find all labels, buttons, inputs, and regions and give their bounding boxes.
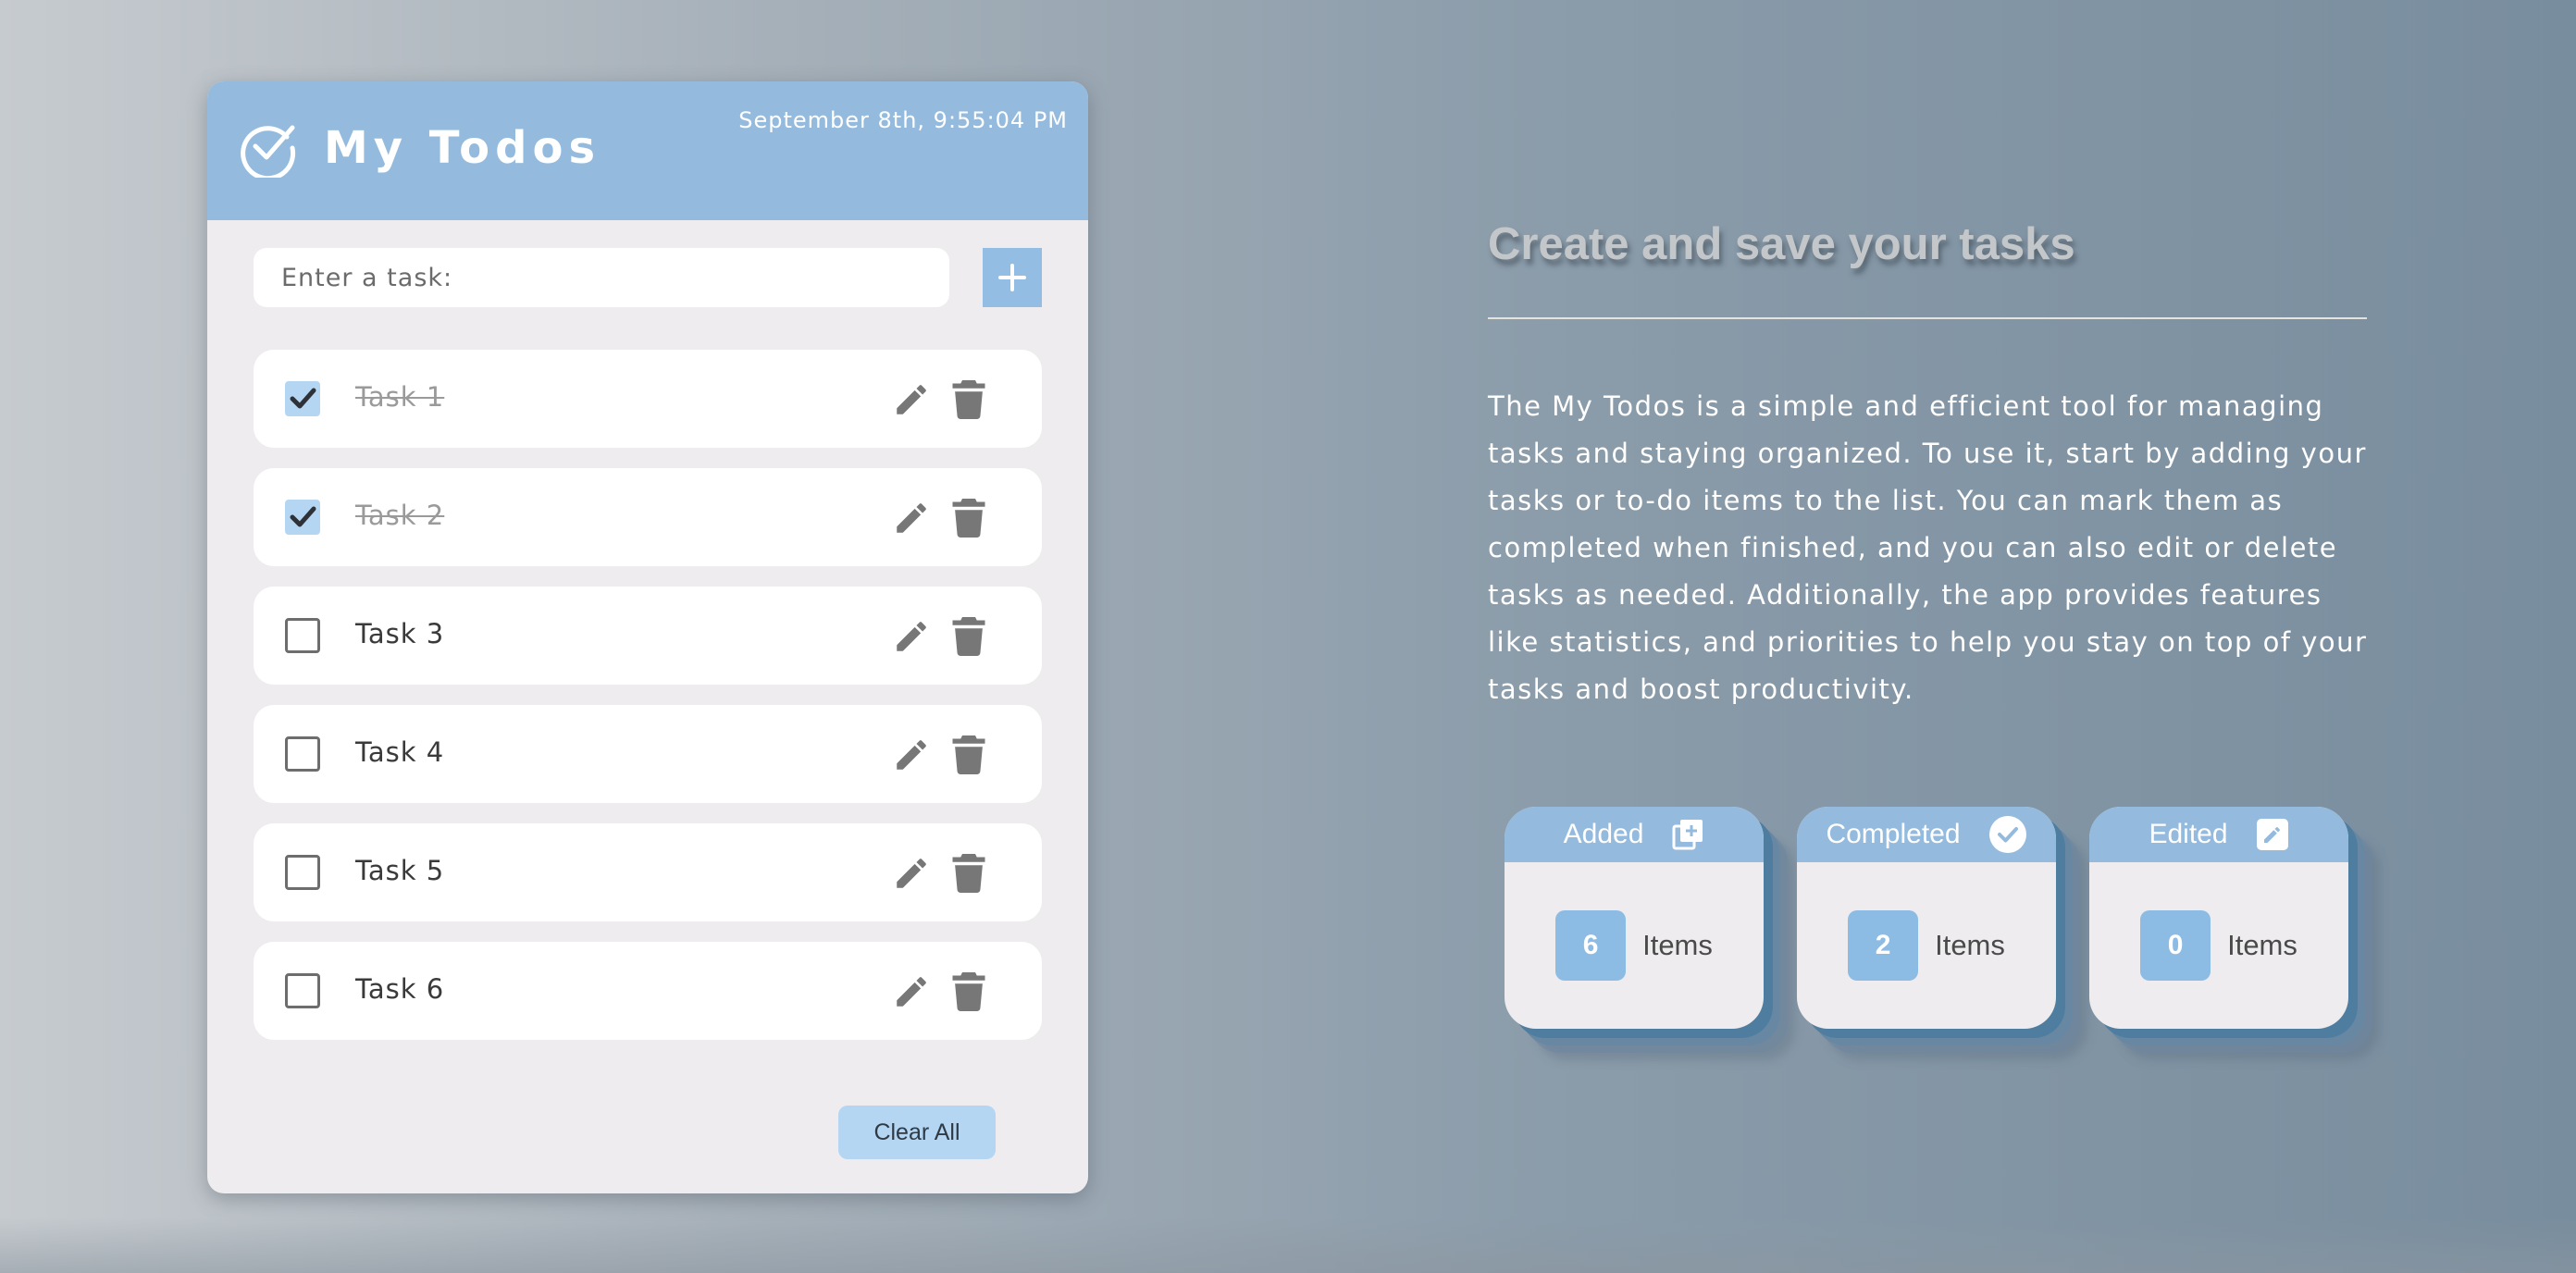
trash-icon[interactable]: [952, 972, 985, 1011]
edit-icon[interactable]: [892, 499, 931, 538]
checkmark-icon: [290, 506, 316, 527]
trash-icon[interactable]: [952, 499, 985, 538]
stat-header: Completed: [1797, 807, 2056, 862]
stat-label: Edited: [2149, 819, 2228, 849]
divider: [1488, 317, 2367, 319]
edit-icon[interactable]: [892, 617, 931, 656]
stat-count: 0: [2140, 910, 2211, 981]
stat-card-edited: Edited 0 Items: [2089, 807, 2348, 1029]
edit-icon[interactable]: [892, 380, 931, 419]
edit-icon[interactable]: [892, 972, 931, 1011]
task-label: Task 5: [355, 855, 445, 886]
task-item: Task 1: [254, 350, 1042, 448]
task-label: Task 4: [355, 736, 445, 768]
task-item: Task 5: [254, 823, 1042, 921]
task-checkbox[interactable]: [285, 736, 320, 772]
task-item: Task 2: [254, 468, 1042, 566]
task-label: Task 1: [355, 381, 445, 413]
task-label: Task 3: [355, 618, 445, 649]
todo-card: My Todos September 8th, 9:55:04 PM Task …: [207, 81, 1088, 1193]
todo-header: My Todos September 8th, 9:55:04 PM: [207, 81, 1088, 220]
stat-body: 6 Items: [1505, 862, 1764, 1029]
trash-icon[interactable]: [952, 380, 985, 419]
stat-unit: Items: [1642, 929, 1713, 961]
stat-card-completed: Completed 2 Items: [1797, 807, 2056, 1029]
task-checkbox[interactable]: [285, 855, 320, 890]
trash-icon[interactable]: [952, 735, 985, 774]
task-checkbox[interactable]: [285, 973, 320, 1008]
add-copy-icon: [1672, 820, 1703, 850]
task-label: Task 2: [355, 500, 445, 531]
task-item: Task 6: [254, 942, 1042, 1040]
task-item: Task 3: [254, 587, 1042, 685]
stat-label: Completed: [1826, 819, 1961, 849]
stat-body: 2 Items: [1797, 862, 2056, 1029]
stat-card-added: Added 6 Items: [1505, 807, 1764, 1029]
edit-icon[interactable]: [892, 854, 931, 893]
bottom-shade: [0, 1217, 2576, 1273]
task-input[interactable]: [254, 248, 949, 307]
stat-body: 0 Items: [2089, 862, 2348, 1029]
task-label: Task 6: [355, 973, 445, 1005]
task-checkbox[interactable]: [285, 618, 320, 653]
edit-icon[interactable]: [892, 735, 931, 774]
trash-icon[interactable]: [952, 854, 985, 893]
stat-count: 6: [1555, 910, 1627, 981]
datetime: September 8th, 9:55:04 PM: [738, 107, 1068, 133]
check-circle-icon: [1988, 816, 2026, 853]
stat-unit: Items: [1935, 929, 2005, 961]
stat-header: Edited: [2089, 807, 2348, 862]
checkmark-icon: [290, 388, 316, 409]
stat-header: Added: [1505, 807, 1764, 862]
clear-all-button[interactable]: Clear All: [838, 1106, 996, 1159]
task-list: Task 1 Task 2 Task 3 Task 4 Task 5 Task …: [254, 350, 1042, 1060]
app-title: My Todos: [324, 122, 601, 174]
stat-unit: Items: [2227, 929, 2297, 961]
plus-icon: [998, 264, 1026, 291]
check-circle-logo-icon: [241, 125, 296, 178]
trash-icon[interactable]: [952, 617, 985, 656]
task-item: Task 4: [254, 705, 1042, 803]
info-description: The My Todos is a simple and efficient t…: [1488, 390, 2368, 705]
task-checkbox[interactable]: [285, 381, 320, 416]
info-title: Create and save your tasks: [1488, 219, 2075, 269]
task-input-row: [254, 248, 1042, 307]
stat-label: Added: [1563, 819, 1644, 849]
edit-square-icon: [2256, 819, 2288, 850]
stat-count: 2: [1848, 910, 1919, 981]
add-task-button[interactable]: [983, 248, 1042, 307]
task-checkbox[interactable]: [285, 500, 320, 535]
